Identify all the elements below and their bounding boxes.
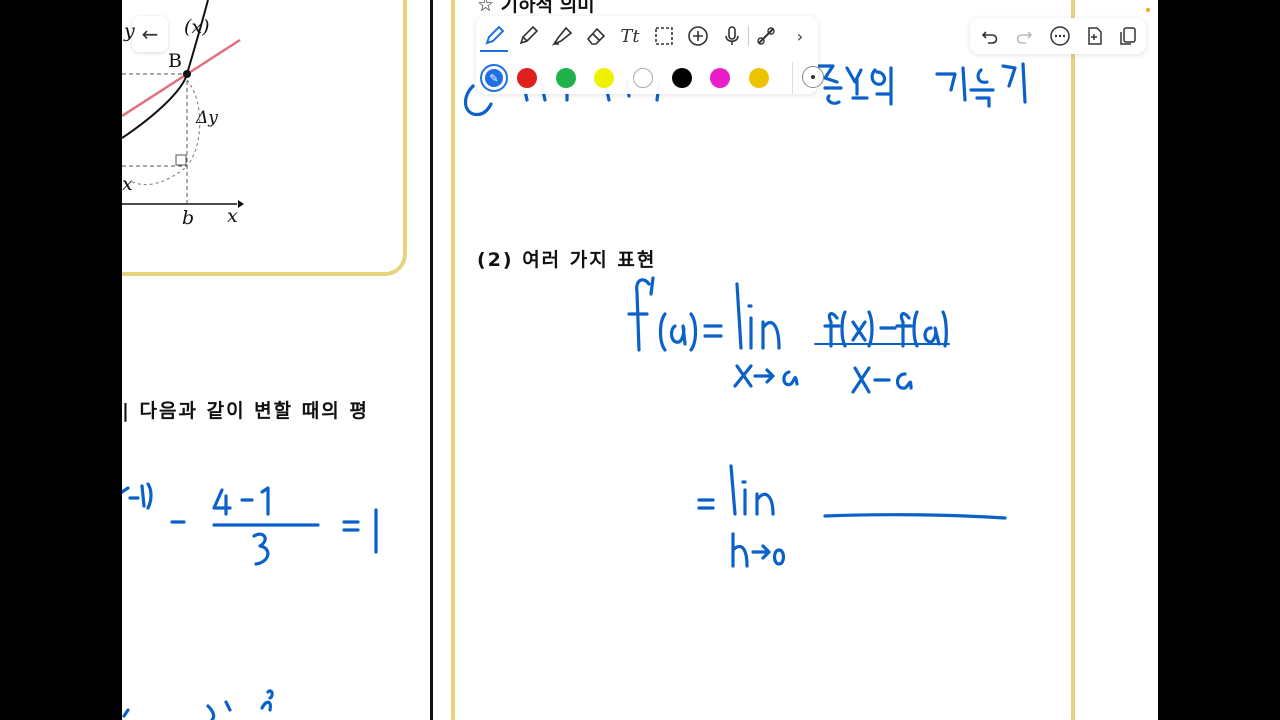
undo-icon <box>981 31 998 44</box>
color-black[interactable] <box>672 68 692 88</box>
color-gold[interactable] <box>749 68 769 88</box>
marker-tool-button[interactable] <box>514 22 542 50</box>
record-audio-button[interactable] <box>718 22 746 50</box>
problem-text: | 다음과 같이 변할 때의 평 <box>122 400 369 422</box>
notification-dot <box>1146 8 1150 12</box>
toolbar-more-button[interactable]: › <box>786 22 814 50</box>
graph-y-label: y <box>124 20 135 42</box>
copy-icon <box>1120 27 1136 45</box>
eraser-icon <box>586 27 606 45</box>
add-element-button[interactable] <box>684 22 712 50</box>
stroke-width-button[interactable] <box>802 66 824 88</box>
back-arrow-icon: ← <box>141 22 159 46</box>
eraser-tool-button[interactable] <box>582 22 610 50</box>
highlighter-tool-button[interactable] <box>548 22 576 50</box>
handwritten-derivative-definition <box>627 276 950 394</box>
marker-icon <box>519 25 539 45</box>
color-magenta[interactable] <box>710 68 730 88</box>
derivative-graph <box>122 0 244 208</box>
redo-icon <box>1016 31 1033 44</box>
toolbar-separator <box>748 26 749 46</box>
back-button[interactable]: ← <box>132 16 168 52</box>
undo-button[interactable] <box>976 22 1004 50</box>
highlighter-icon <box>551 26 573 46</box>
handwritten-limit-h <box>697 464 1007 568</box>
add-icon <box>688 26 708 46</box>
link-tool-button[interactable] <box>752 22 780 50</box>
document-toolbar <box>970 18 1146 54</box>
color-blue-selected[interactable]: ✎ <box>480 64 508 92</box>
delta-x-label: x <box>122 173 133 195</box>
color-green[interactable] <box>556 68 576 88</box>
microphone-icon <box>725 26 739 45</box>
copy-page-button[interactable] <box>1114 22 1142 50</box>
graph-function-label: (x) <box>184 16 210 38</box>
more-options-button[interactable] <box>1046 22 1074 50</box>
text-tool-button[interactable]: Tt <box>616 22 644 50</box>
color-yellow[interactable] <box>594 68 614 88</box>
note-app: ← y (x) B Δy x b x | 다음과 같이 변할 때의 평 ☆ 기하… <box>122 0 1158 720</box>
color-separator <box>792 62 793 94</box>
more-icon <box>1050 26 1070 46</box>
heading-geometric-meaning: ☆ 기하적 의미 <box>477 0 595 14</box>
text-icon: Tt <box>620 25 640 47</box>
lasso-tool-button[interactable] <box>650 22 678 50</box>
drawing-toolbar: Tt › ✎ <box>476 16 824 94</box>
pen-tool-button[interactable] <box>480 22 508 52</box>
color-red[interactable] <box>517 68 537 88</box>
point-b-label: B <box>168 50 182 72</box>
delta-y-label: Δy <box>196 108 218 128</box>
left-handwriting <box>122 482 378 720</box>
selected-pen-icon: ✎ <box>485 69 503 87</box>
export-icon <box>1088 27 1102 45</box>
stroke-dot-icon <box>811 75 815 79</box>
export-button[interactable] <box>1080 22 1108 50</box>
tick-b-label: b <box>182 207 195 229</box>
color-white[interactable] <box>633 68 653 88</box>
link-icon <box>757 27 775 45</box>
left-page: ← y (x) B Δy x b x | 다음과 같이 변할 때의 평 <box>122 0 430 720</box>
redo-button[interactable] <box>1010 22 1038 50</box>
right-page: ☆ 기하적 의미 (2) 여러 가지 표현 <box>433 0 1158 720</box>
x-axis-label: x <box>227 205 238 227</box>
chevron-right-icon: › <box>796 26 804 46</box>
lasso-icon <box>655 27 673 45</box>
pen-icon <box>485 25 505 45</box>
